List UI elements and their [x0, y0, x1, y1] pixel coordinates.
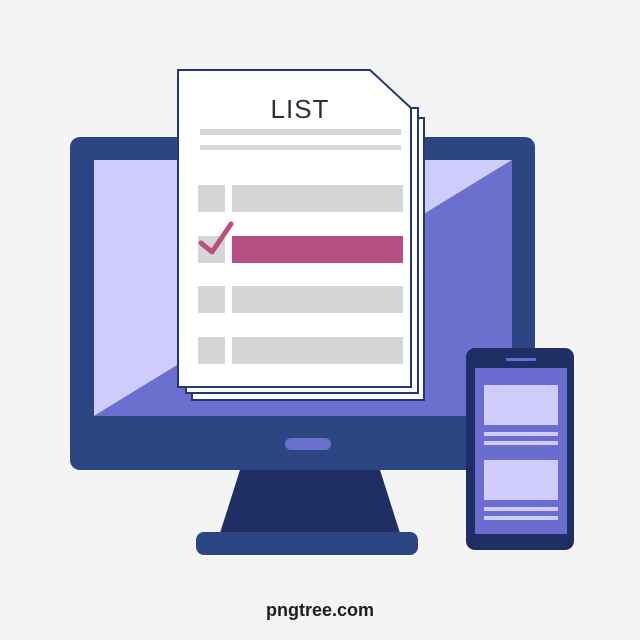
phone-line-2: [484, 441, 558, 445]
phone-card-2: [484, 460, 558, 500]
row-4-bar: [232, 337, 403, 364]
illustration: LIST pngtree.com: [0, 0, 640, 640]
header-line-2: [200, 145, 401, 150]
phone-line-3: [484, 507, 558, 511]
row-2-bar-highlight: [232, 236, 403, 263]
row-1-bar: [232, 185, 403, 212]
monitor-stand-base: [196, 532, 418, 555]
phone-card-1: [484, 385, 558, 425]
row-4-checkbox: [198, 337, 225, 364]
monitor-power-button: [285, 438, 331, 450]
smartphone-icon: [466, 348, 574, 550]
row-1-checkbox: [198, 185, 225, 212]
document-title: LIST: [270, 94, 330, 124]
phone-speaker: [506, 358, 536, 361]
row-3-checkbox: [198, 286, 225, 313]
watermark-text: pngtree.com: [265, 600, 375, 620]
phone-line-1: [484, 432, 558, 436]
row-3-bar: [232, 286, 403, 313]
monitor-stand-neck: [220, 470, 400, 533]
phone-line-4: [484, 516, 558, 520]
header-line-1: [200, 129, 401, 135]
